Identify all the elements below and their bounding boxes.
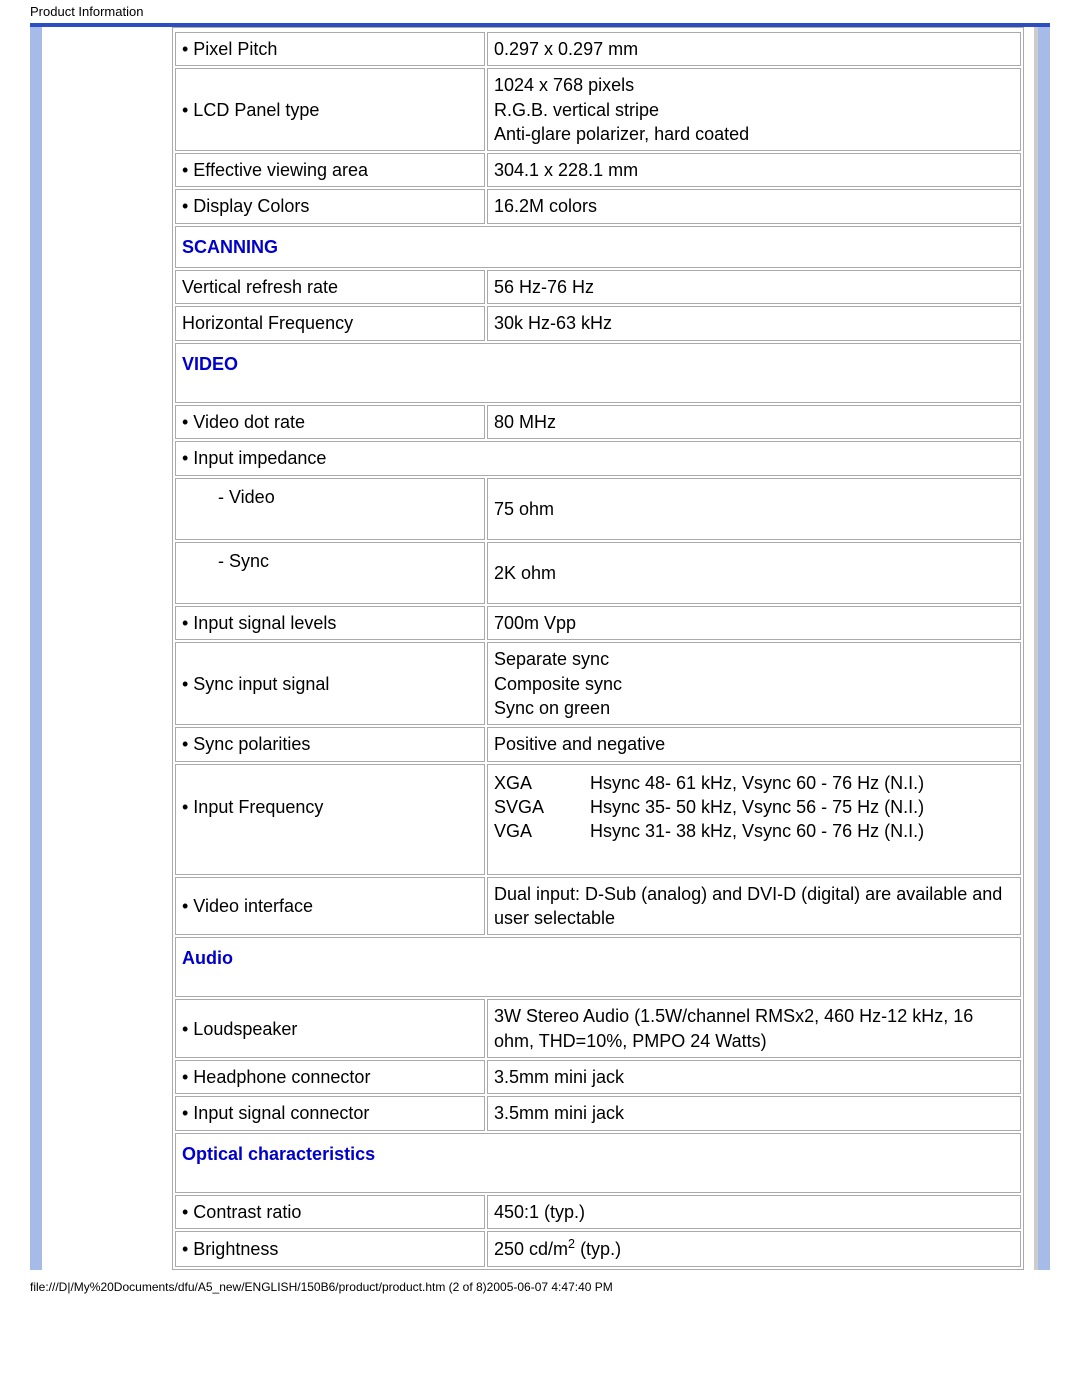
spec-label: Vertical refresh rate [175,270,485,304]
table-row: • Headphone connector 3.5mm mini jack [175,1060,1021,1094]
spec-label: Horizontal Frequency [175,306,485,340]
table-row: - Video 75 ohm [175,478,1021,540]
spec-table: • Pixel Pitch 0.297 x 0.297 mm • LCD Pan… [172,27,1024,1270]
table-row: Horizontal Frequency 30k Hz-63 kHz [175,306,1021,340]
spec-value: 250 cd/m2 (typ.) [487,1231,1021,1266]
page-title: Product Information [0,0,1080,23]
table-row: • Loudspeaker 3W Stereo Audio (1.5W/chan… [175,999,1021,1058]
spec-value-line: Sync on green [494,698,610,718]
spec-label: • Pixel Pitch [175,32,485,66]
table-row: • Input signal connector 3.5mm mini jack [175,1096,1021,1130]
table-row: • LCD Panel type 1024 x 768 pixels R.G.B… [175,68,1021,151]
spec-value: 3.5mm mini jack [487,1060,1021,1094]
freq-row: VGA Hsync 31- 38 kHz, Vsync 60 - 76 Hz (… [494,819,1014,843]
spec-value: 450:1 (typ.) [487,1195,1021,1229]
table-row: • Effective viewing area 304.1 x 228.1 m… [175,153,1021,187]
spec-label: • Display Colors [175,189,485,223]
spec-value: 700m Vpp [487,606,1021,640]
spec-value: 75 ohm [487,478,1021,540]
section-header-row: SCANNING [175,226,1021,268]
section-header-row: Optical characteristics [175,1133,1021,1193]
spec-value: 0.297 x 0.297 mm [487,32,1021,66]
table-row: • Display Colors 16.2M colors [175,189,1021,223]
spec-label: • Input signal levels [175,606,485,640]
table-row: • Video interface Dual input: D-Sub (ana… [175,877,1021,936]
brightness-prefix: 250 cd/m [494,1239,568,1259]
table-row: - Sync 2K ohm [175,542,1021,604]
spec-value: 3W Stereo Audio (1.5W/channel RMSx2, 460… [487,999,1021,1058]
freq-row: XGA Hsync 48- 61 kHz, Vsync 60 - 76 Hz (… [494,771,1014,795]
spec-value-line: Separate sync [494,649,609,669]
section-header-audio: Audio [175,937,1021,997]
right-edge-decoration [1034,27,1038,1270]
section-header-row: VIDEO [175,343,1021,403]
spec-value: Dual input: D-Sub (analog) and DVI-D (di… [487,877,1021,936]
brightness-suffix: (typ.) [575,1239,621,1259]
spec-label: • LCD Panel type [175,68,485,151]
footer-path: file:///D|/My%20Documents/dfu/A5_new/ENG… [0,1270,1080,1304]
spec-value: 16.2M colors [487,189,1021,223]
section-header-optical: Optical characteristics [175,1133,1021,1193]
spec-value: 80 MHz [487,405,1021,439]
spec-value-line: Anti-glare polarizer, hard coated [494,124,749,144]
spec-value-line: 1024 x 768 pixels [494,75,634,95]
spec-value: 56 Hz-76 Hz [487,270,1021,304]
section-header-video: VIDEO [175,343,1021,403]
spec-label: • Effective viewing area [175,153,485,187]
spec-value: 2K ohm [487,542,1021,604]
spec-label: • Sync input signal [175,642,485,725]
content-area: • Pixel Pitch 0.297 x 0.297 mm • LCD Pan… [42,27,1038,1270]
spec-label: • Video dot rate [175,405,485,439]
table-row: • Contrast ratio 450:1 (typ.) [175,1195,1021,1229]
spec-label: • Contrast ratio [175,1195,485,1229]
table-row: • Input signal levels 700m Vpp [175,606,1021,640]
spec-label: • Loudspeaker [175,999,485,1058]
table-row: Vertical refresh rate 56 Hz-76 Hz [175,270,1021,304]
table-row: • Pixel Pitch 0.297 x 0.297 mm [175,32,1021,66]
spec-label: - Video [175,478,485,540]
spec-value: Separate sync Composite sync Sync on gre… [487,642,1021,725]
spec-label: • Input signal connector [175,1096,485,1130]
freq-desc: Hsync 31- 38 kHz, Vsync 60 - 76 Hz (N.I.… [590,819,924,843]
spec-label: • Headphone connector [175,1060,485,1094]
table-row: • Input Frequency XGA Hsync 48- 61 kHz, … [175,764,1021,875]
freq-mode: VGA [494,819,590,843]
spec-label: • Video interface [175,877,485,936]
spec-value: Positive and negative [487,727,1021,761]
spec-value: 30k Hz-63 kHz [487,306,1021,340]
table-row: • Video dot rate 80 MHz [175,405,1021,439]
section-header-scanning: SCANNING [175,226,1021,268]
table-row: • Sync input signal Separate sync Compos… [175,642,1021,725]
spec-label: - Sync [175,542,485,604]
spec-value-line: R.G.B. vertical stripe [494,100,659,120]
freq-desc: Hsync 35- 50 kHz, Vsync 56 - 75 Hz (N.I.… [590,795,924,819]
spec-value: 1024 x 768 pixels R.G.B. vertical stripe… [487,68,1021,151]
section-header-row: Audio [175,937,1021,997]
spec-label: • Sync polarities [175,727,485,761]
outer-frame: • Pixel Pitch 0.297 x 0.297 mm • LCD Pan… [30,23,1050,1270]
spec-label: • Input Frequency [175,764,485,875]
freq-mode: SVGA [494,795,590,819]
spec-value: 304.1 x 228.1 mm [487,153,1021,187]
freq-desc: Hsync 48- 61 kHz, Vsync 60 - 76 Hz (N.I.… [590,771,924,795]
freq-mode: XGA [494,771,590,795]
spec-value: XGA Hsync 48- 61 kHz, Vsync 60 - 76 Hz (… [487,764,1021,875]
spec-value-line: Composite sync [494,674,622,694]
table-row: • Sync polarities Positive and negative [175,727,1021,761]
table-row: • Input impedance [175,441,1021,475]
spec-value: 3.5mm mini jack [487,1096,1021,1130]
table-row: • Brightness 250 cd/m2 (typ.) [175,1231,1021,1266]
freq-row: SVGA Hsync 35- 50 kHz, Vsync 56 - 75 Hz … [494,795,1014,819]
brightness-sup: 2 [568,1237,575,1251]
spec-label: • Input impedance [175,441,1021,475]
spec-label: • Brightness [175,1231,485,1266]
